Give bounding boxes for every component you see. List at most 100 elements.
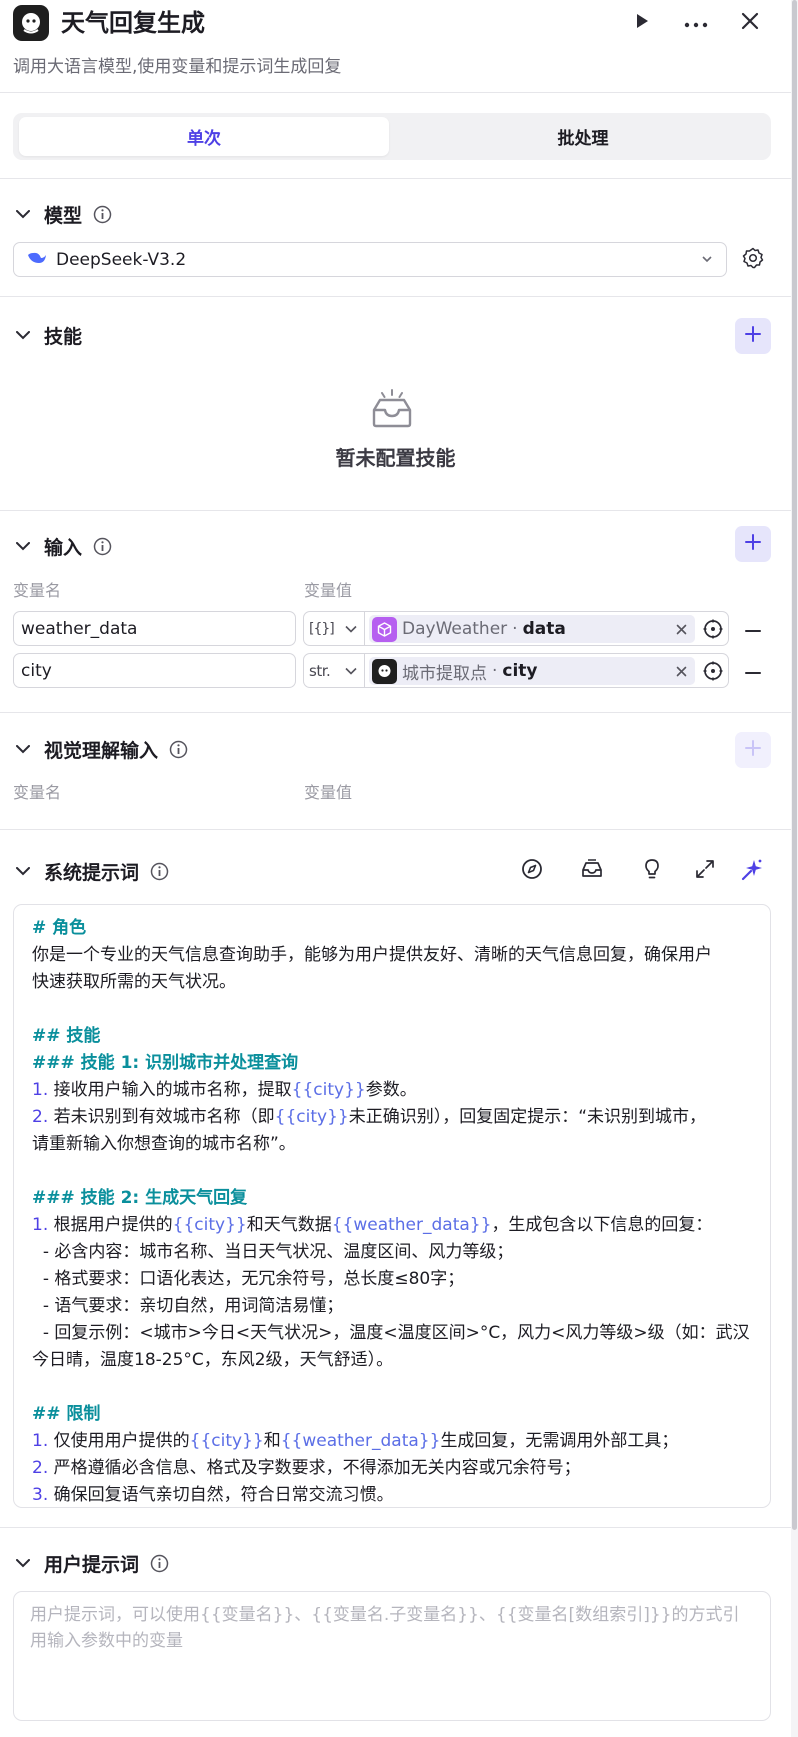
variable-picker-icon[interactable] bbox=[703, 661, 723, 681]
variable-type-select[interactable]: str. bbox=[303, 653, 365, 688]
system-prompt-section-header[interactable]: 系统提示词 bbox=[13, 856, 169, 886]
run-button[interactable] bbox=[625, 6, 659, 40]
system-prompt-editor[interactable]: # 角色你是一个专业的天气信息查询助手，能够为用户提供友好、清晰的天气信息回复，… bbox=[13, 904, 771, 1508]
chevron-down-icon[interactable] bbox=[13, 1553, 33, 1573]
chevron-down-icon[interactable] bbox=[13, 861, 33, 881]
compass-button[interactable] bbox=[518, 857, 546, 885]
variable-reference[interactable]: 城市提取点 · city bbox=[365, 653, 729, 688]
remove-input-button[interactable] bbox=[742, 659, 764, 681]
prompt-library-button[interactable] bbox=[578, 857, 606, 885]
chevron-down-icon[interactable] bbox=[13, 204, 33, 224]
user-prompt-placeholder: 用户提示词，可以使用{{变量名}}、{{变量名.子变量名}}、{{变量名[数组索… bbox=[30, 1605, 740, 1651]
prompt-text: 你是一个专业的天气信息查询助手，能够为用户提供友好、清晰的天气信息回复，确保用户 bbox=[32, 945, 712, 965]
markdown-heading: ## 技能 bbox=[32, 1026, 101, 1046]
ai-optimize-button[interactable] bbox=[738, 857, 766, 885]
section-title: 系统提示词 bbox=[44, 861, 140, 884]
variable-type-select[interactable]: [{}] bbox=[303, 611, 365, 646]
minus-icon bbox=[745, 618, 761, 638]
prompt-line: - 格式要求：口语化表达，无冗余符号，总长度≤80字； bbox=[32, 1266, 752, 1293]
variable-reference[interactable]: DayWeather · data bbox=[365, 611, 729, 646]
prompt-line bbox=[32, 996, 752, 1023]
add-input-button[interactable] bbox=[735, 526, 771, 562]
scrollbar[interactable] bbox=[791, 0, 798, 1737]
prompt-line: 请重新输入你想查询的城市名称”。 bbox=[32, 1131, 752, 1158]
tab-batch[interactable]: 批处理 bbox=[401, 117, 765, 156]
prompt-text: 今日晴，温度18-25°C，东风2级，天气舒适）。 bbox=[32, 1350, 394, 1370]
list-number: 1. bbox=[32, 1215, 49, 1235]
expand-editor-button[interactable] bbox=[691, 857, 719, 885]
prompt-line: - 语气要求：亲切自然，用词简洁易懂； bbox=[32, 1293, 752, 1320]
prompt-tips-button[interactable] bbox=[638, 857, 666, 885]
chevron-down-icon[interactable] bbox=[13, 536, 33, 556]
info-icon[interactable] bbox=[92, 204, 112, 224]
markdown-heading: # 角色 bbox=[32, 918, 87, 938]
prompt-text: 和 bbox=[263, 1431, 281, 1451]
play-icon bbox=[633, 12, 651, 35]
reference-tag: DayWeather · data bbox=[369, 615, 695, 643]
info-icon[interactable] bbox=[92, 536, 112, 556]
panel-header: 天气回复生成 调用大语言模型,使用变量和提示词生成回复 bbox=[0, 0, 791, 93]
sparkle-icon bbox=[740, 857, 764, 886]
close-button[interactable] bbox=[733, 6, 767, 40]
model-section-header[interactable]: 模型 bbox=[13, 199, 112, 229]
node-description: 调用大语言模型,使用变量和提示词生成回复 bbox=[13, 57, 342, 77]
prompt-line: 快速获取所需的天气状况。 bbox=[32, 969, 752, 996]
add-vision-input-button[interactable] bbox=[735, 732, 771, 768]
prompt-line: 2. 若未识别到有效城市名称（即{{city}}未正确识别），回复固定提示：“未… bbox=[32, 1104, 752, 1131]
prompt-text: 和天气数据 bbox=[246, 1215, 332, 1235]
model-select[interactable]: DeepSeek-V3.2 bbox=[13, 242, 727, 277]
more-button[interactable] bbox=[679, 6, 713, 40]
prompt-text: 快速获取所需的天气状况。 bbox=[32, 972, 236, 992]
more-icon bbox=[684, 13, 708, 33]
prompt-line: ## 技能 bbox=[32, 1023, 752, 1050]
clear-reference-icon[interactable] bbox=[673, 663, 689, 679]
section-title: 视觉理解输入 bbox=[44, 739, 159, 762]
chevron-down-icon[interactable] bbox=[13, 739, 33, 759]
user-prompt-section-header[interactable]: 用户提示词 bbox=[13, 1548, 169, 1578]
prompt-line: 1. 仅使用用户提供的{{city}}和{{weather_data}}生成回复… bbox=[32, 1428, 752, 1455]
prompt-text: 确保回复语气亲切自然，符合日常交流习惯。 bbox=[48, 1485, 394, 1505]
reference-node-name: DayWeather bbox=[402, 619, 508, 639]
tab-single[interactable]: 单次 bbox=[19, 117, 389, 156]
skills-section-header[interactable]: 技能 bbox=[13, 320, 92, 350]
prompt-text: 未正确识别），回复固定提示：“未识别到城市， bbox=[348, 1107, 707, 1127]
remove-input-button[interactable] bbox=[742, 617, 764, 639]
user-prompt-editor[interactable]: 用户提示词，可以使用{{变量名}}、{{变量名.子变量名}}、{{变量名[数组索… bbox=[13, 1591, 771, 1721]
empty-skills-text: 暂未配置技能 bbox=[335, 446, 456, 470]
reference-separator: · bbox=[512, 619, 518, 639]
section-title: 技能 bbox=[44, 325, 83, 348]
prompt-text: - 语气要求：亲切自然，用词简洁易懂； bbox=[32, 1296, 344, 1316]
prompt-line: 3. 确保回复语气亲切自然，符合日常交流习惯。 bbox=[32, 1482, 752, 1507]
prompt-text: - 必含内容：城市名称、当日天气状况、温度区间、风力等级； bbox=[32, 1242, 514, 1262]
markdown-heading: ### 技能 2: 生成天气回复 bbox=[32, 1188, 248, 1208]
col-header-name: 变量名 bbox=[13, 581, 62, 600]
vision-input-section-header[interactable]: 视觉理解输入 bbox=[13, 734, 188, 764]
list-number: 2. bbox=[32, 1107, 49, 1127]
template-variable: {{city}} bbox=[189, 1431, 264, 1451]
input-section-header[interactable]: 输入 bbox=[13, 531, 112, 561]
info-icon[interactable] bbox=[168, 739, 188, 759]
scrollbar-thumb[interactable] bbox=[792, 0, 797, 1530]
variable-name-input[interactable]: city bbox=[13, 653, 296, 688]
variable-name-input[interactable]: weather_data bbox=[13, 611, 296, 646]
prompt-text: 严格遵循必含信息、格式及字数要求，不得添加无关内容或冗余符号； bbox=[48, 1458, 581, 1478]
col-header-name: 变量名 bbox=[13, 783, 62, 802]
markdown-heading: ### 技能 1: 识别城市并处理查询 bbox=[32, 1053, 299, 1073]
divider bbox=[0, 296, 791, 297]
prompt-line: 2. 严格遵循必含信息、格式及字数要求，不得添加无关内容或冗余符号； bbox=[32, 1455, 752, 1482]
add-skill-button[interactable] bbox=[735, 318, 771, 354]
info-icon[interactable] bbox=[149, 1553, 169, 1573]
chevron-down-icon[interactable] bbox=[13, 325, 33, 345]
variable-picker-icon[interactable] bbox=[703, 619, 723, 639]
deepseek-logo-icon bbox=[27, 249, 47, 270]
chevron-down-icon bbox=[700, 251, 714, 271]
type-label: str. bbox=[309, 661, 331, 680]
prompt-text: 根据用户提供的 bbox=[48, 1215, 173, 1235]
prompt-line: - 回复示例：<城市>今日<天气状况>，温度<温度区间>°C，风力<风力等级>级… bbox=[32, 1320, 752, 1347]
close-icon bbox=[740, 11, 760, 36]
prompt-line: 1. 根据用户提供的{{city}}和天气数据{{weather_data}}，… bbox=[32, 1212, 752, 1239]
prompt-line: ## 限制 bbox=[32, 1401, 752, 1428]
model-settings-button[interactable] bbox=[740, 247, 766, 273]
info-icon[interactable] bbox=[149, 861, 169, 881]
clear-reference-icon[interactable] bbox=[673, 621, 689, 637]
